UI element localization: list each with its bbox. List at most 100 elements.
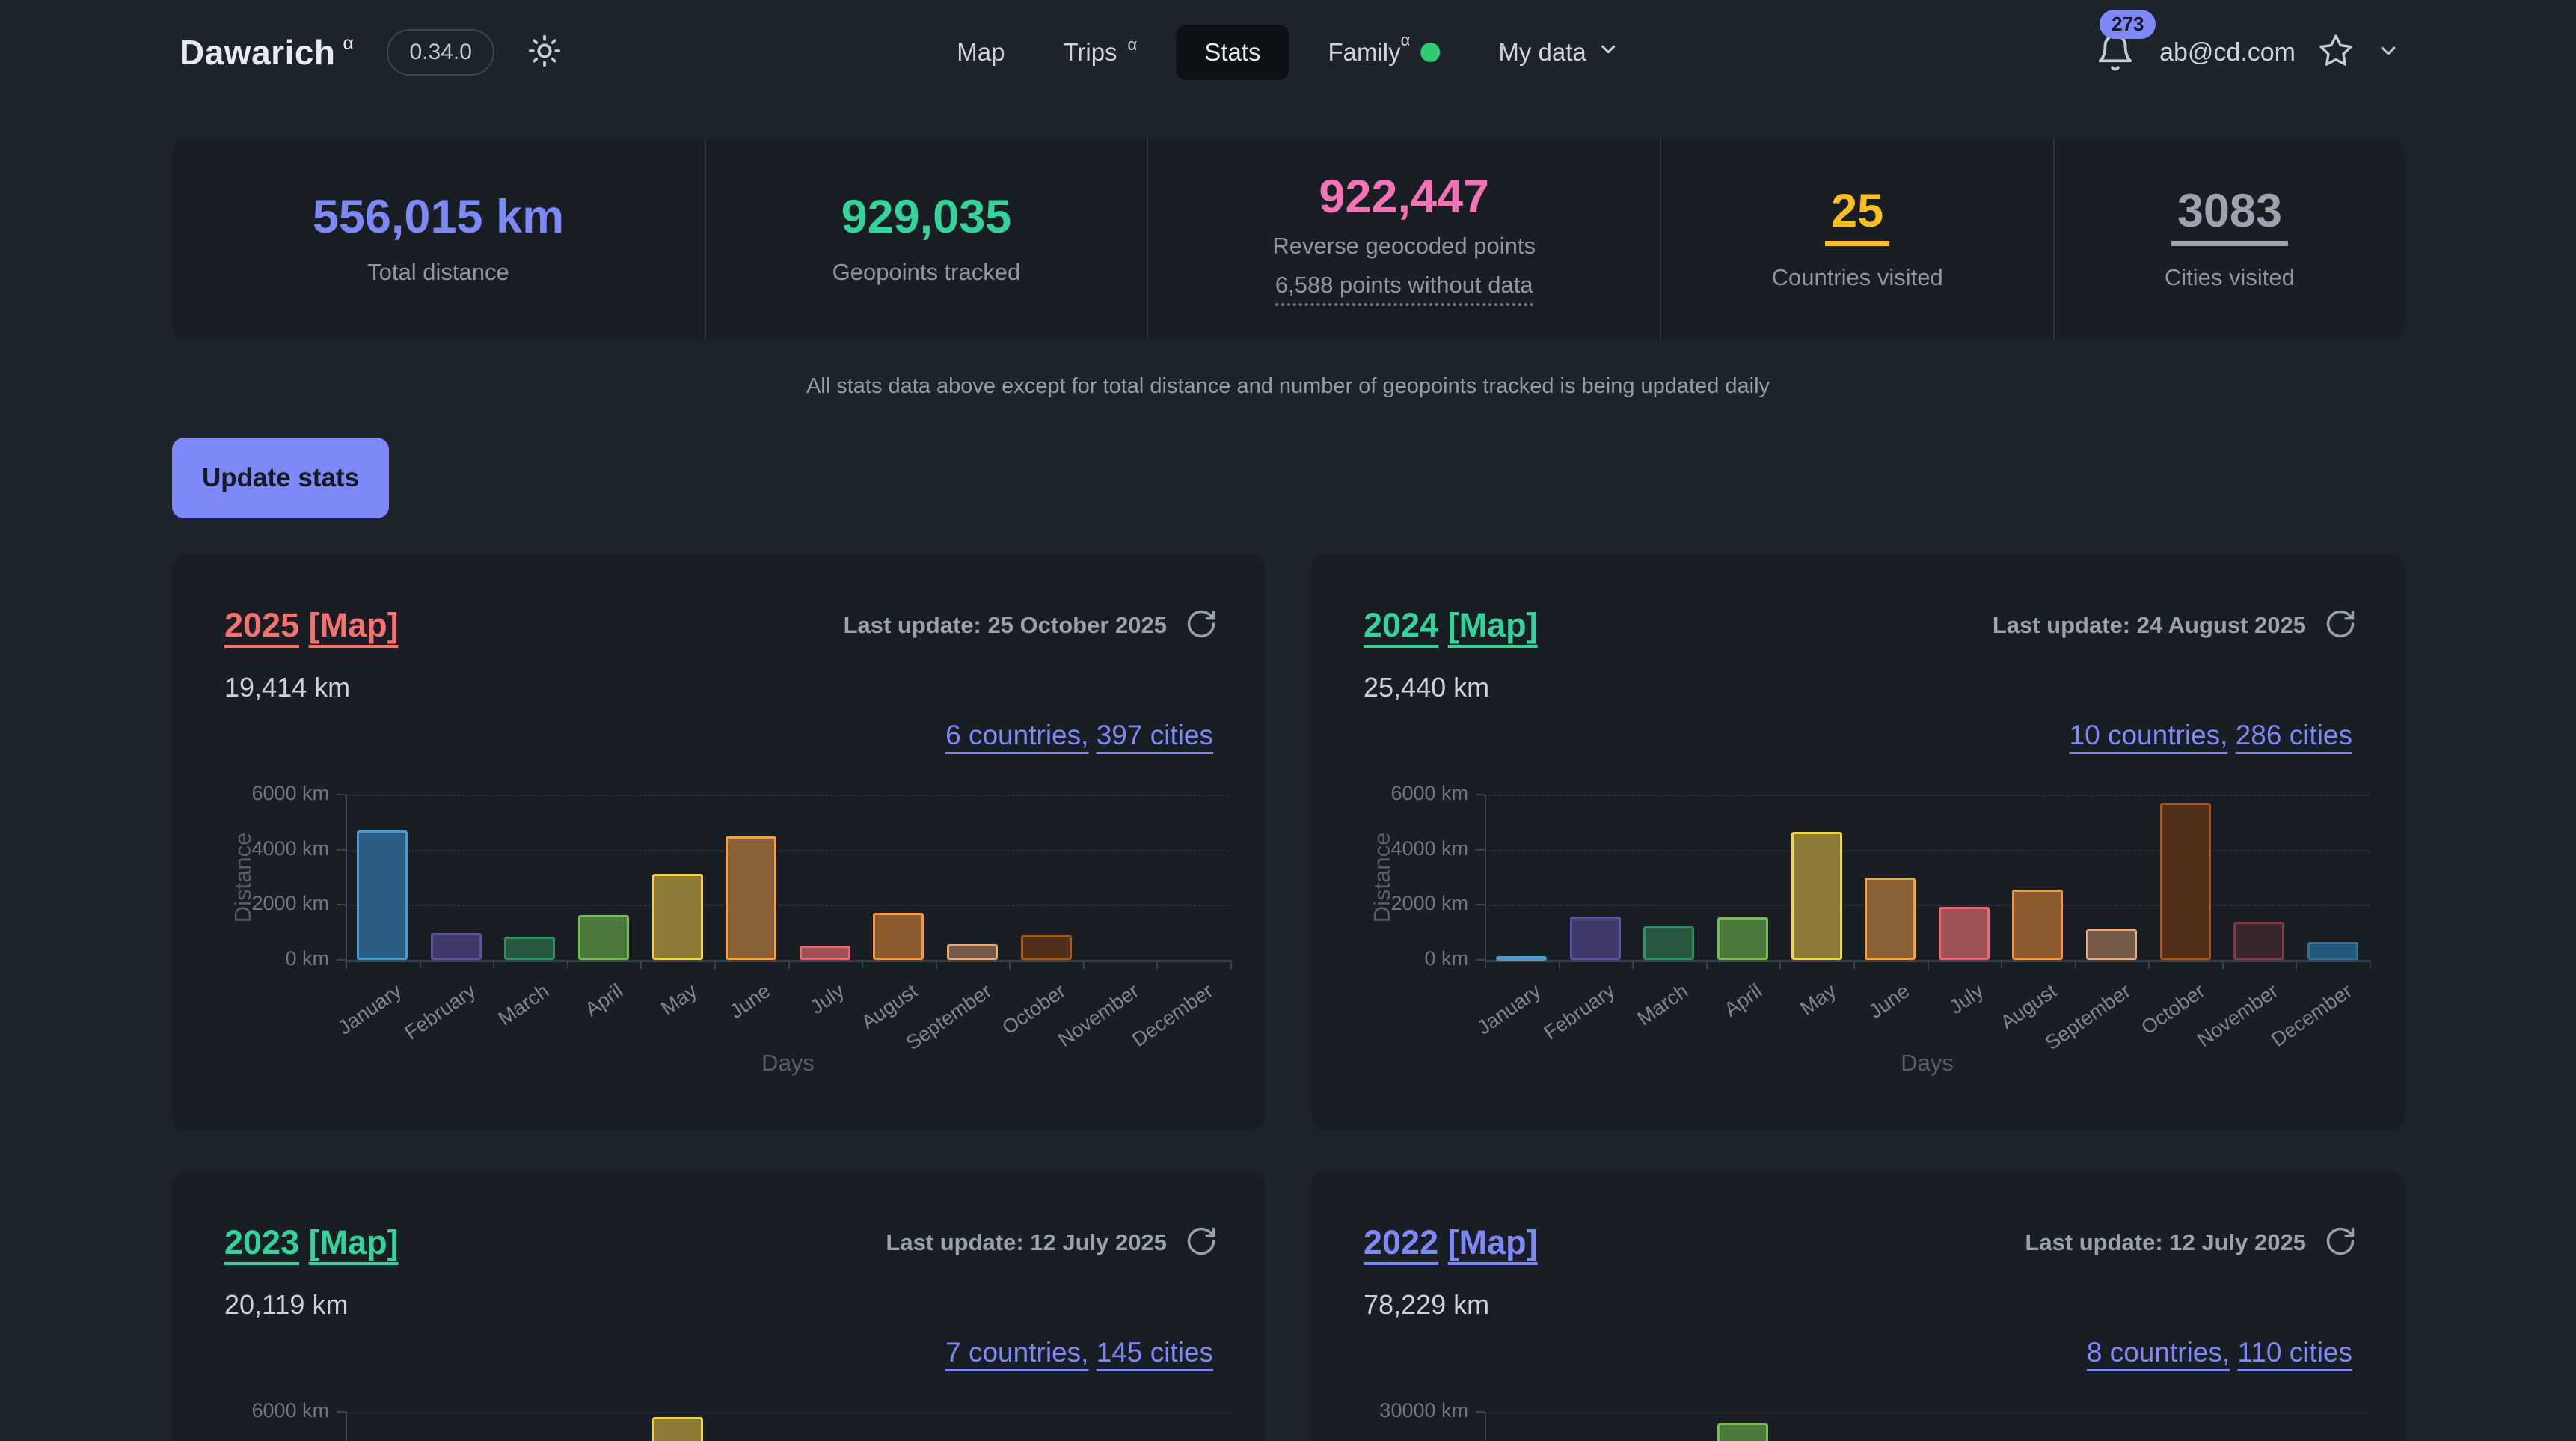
y-tick-mark — [337, 794, 346, 795]
y-tick-label: 30000 km — [1311, 1399, 1468, 1422]
x-category-label: July — [1945, 979, 1987, 1019]
bar-may — [652, 1417, 703, 1441]
x-category-label: December — [1128, 979, 1218, 1052]
x-category-label: June — [726, 979, 775, 1024]
stat-total-distance: 556,015 km Total distance — [172, 138, 705, 340]
x-tick-mark — [936, 960, 937, 969]
navbar-left: Dawarichα 0.34.0 — [180, 0, 562, 105]
stat-value[interactable]: 3083 — [2171, 188, 2288, 246]
x-category-label: May — [657, 979, 702, 1021]
update-stats-button[interactable]: Update stats — [172, 438, 389, 518]
bar-august — [2012, 890, 2063, 960]
x-tick-mark — [2001, 960, 2002, 969]
year-card-2025: 2025 [Map] Last update: 25 October 2025 … — [172, 554, 1266, 1130]
y-tick-mark — [1476, 1411, 1485, 1413]
app-logo[interactable]: Dawarichα — [180, 32, 354, 73]
monthly-distance-chart: 30000 kmJanuaryFebruaryMarchAprilMayJune… — [1311, 1171, 2405, 1441]
nav-item-trips[interactable]: Tripsα — [1043, 25, 1156, 80]
gridline — [346, 1412, 1230, 1413]
x-tick-mark — [567, 960, 568, 969]
notifications-button[interactable]: 273 — [2095, 31, 2137, 74]
year-card-2022: 2022 [Map] Last update: 12 July 2025 78,… — [1311, 1171, 2405, 1441]
nav-item-my-data[interactable]: My data — [1479, 25, 1638, 80]
stat-label: Reverse geocoded points — [1272, 233, 1536, 260]
stats-summary-row: 556,015 km Total distance 929,035 Geopoi… — [172, 138, 2405, 340]
x-tick-mark — [2148, 960, 2150, 969]
bar-august — [873, 913, 924, 960]
bar-september — [947, 944, 998, 960]
chevron-down-icon — [1597, 38, 1619, 67]
navbar: Dawarichα 0.34.0 Map Tripsα Stats Family… — [0, 0, 2576, 105]
x-tick-mark — [714, 960, 716, 969]
x-category-label: August — [1997, 979, 2062, 1035]
x-tick-mark — [2296, 960, 2297, 969]
bar-september — [2086, 929, 2137, 960]
y-axis-line — [346, 795, 347, 960]
monthly-distance-chart: 0 km2000 km4000 km6000 kmJanuaryFebruary… — [1311, 554, 2405, 1130]
nav-item-stats[interactable]: Stats — [1176, 25, 1289, 80]
y-axis-line — [346, 1412, 347, 1441]
bar-april — [1717, 1423, 1768, 1441]
x-category-label: February — [400, 979, 479, 1044]
main-nav: Map Tripsα Stats Familyα My data — [937, 0, 1639, 105]
bar-april — [1717, 917, 1768, 960]
y-tick-mark — [337, 904, 346, 905]
bar-january — [1496, 956, 1547, 961]
gridline — [1485, 905, 2370, 906]
x-tick-mark — [1706, 960, 1708, 969]
stat-cities-visited: 3083 Cities visited — [2053, 138, 2405, 340]
stat-value: 929,035 — [841, 194, 1012, 241]
y-tick-label: 0 km — [172, 947, 329, 970]
y-axis-title: Distance — [230, 832, 257, 923]
x-category-label: July — [806, 979, 848, 1019]
x-tick-mark — [1632, 960, 1634, 969]
x-tick-mark — [640, 960, 642, 969]
x-category-label: August — [858, 979, 923, 1035]
y-axis-title: Distance — [1369, 832, 1396, 923]
navbar-right: 273 ab@cd.com — [2095, 0, 2400, 105]
account-chevron-down-icon[interactable] — [2376, 39, 2400, 67]
stat-reverse-geocoded: 922,447 Reverse geocoded points 6,588 po… — [1147, 138, 1660, 340]
x-category-label: November — [2193, 979, 2283, 1052]
stat-value: 556,015 km — [313, 194, 564, 241]
gridline — [346, 795, 1230, 796]
bar-may — [1791, 832, 1842, 960]
y-tick-mark — [337, 959, 346, 961]
x-category-label: January — [1473, 979, 1545, 1039]
year-cards-grid: 2025 [Map] Last update: 25 October 2025 … — [172, 554, 2405, 1441]
alpha-superscript: α — [343, 33, 355, 54]
nav-item-family[interactable]: Familyα — [1308, 25, 1459, 80]
notification-count-badge: 273 — [2100, 10, 2156, 39]
gridline — [1485, 850, 2370, 851]
x-category-label: March — [494, 979, 553, 1030]
x-category-label: March — [1634, 979, 1693, 1030]
stat-value[interactable]: 25 — [1825, 188, 1889, 246]
x-tick-mark — [1230, 960, 1232, 969]
y-tick-mark — [1476, 849, 1485, 851]
x-tick-mark — [420, 960, 421, 969]
nav-item-map[interactable]: Map — [937, 25, 1024, 80]
stat-label: Countries visited — [1772, 264, 1943, 291]
theme-toggle-sun-icon[interactable] — [527, 34, 562, 72]
points-without-data[interactable]: 6,588 points without data — [1275, 272, 1533, 306]
x-category-label: April — [581, 979, 628, 1021]
star-icon[interactable] — [2318, 33, 2354, 73]
bar-february — [1570, 917, 1621, 960]
x-axis-title: Days — [761, 1050, 815, 1077]
y-tick-label: 6000 km — [172, 782, 329, 805]
bar-january — [357, 830, 408, 960]
x-category-label: January — [334, 979, 406, 1039]
y-tick-label: 0 km — [1311, 947, 1468, 970]
stat-label: Geopoints tracked — [832, 259, 1021, 286]
y-axis-line — [1485, 795, 1486, 960]
x-tick-mark — [1853, 960, 1855, 969]
x-tick-mark — [1928, 960, 1929, 969]
bar-october — [2160, 803, 2211, 960]
bar-november — [2233, 922, 2284, 960]
x-tick-mark — [1009, 960, 1011, 969]
year-card-2024: 2024 [Map] Last update: 24 August 2025 2… — [1311, 554, 2405, 1130]
x-tick-mark — [1156, 960, 1158, 969]
user-email[interactable]: ab@cd.com — [2159, 38, 2296, 67]
bar-february — [431, 933, 482, 960]
bar-april — [578, 915, 629, 960]
